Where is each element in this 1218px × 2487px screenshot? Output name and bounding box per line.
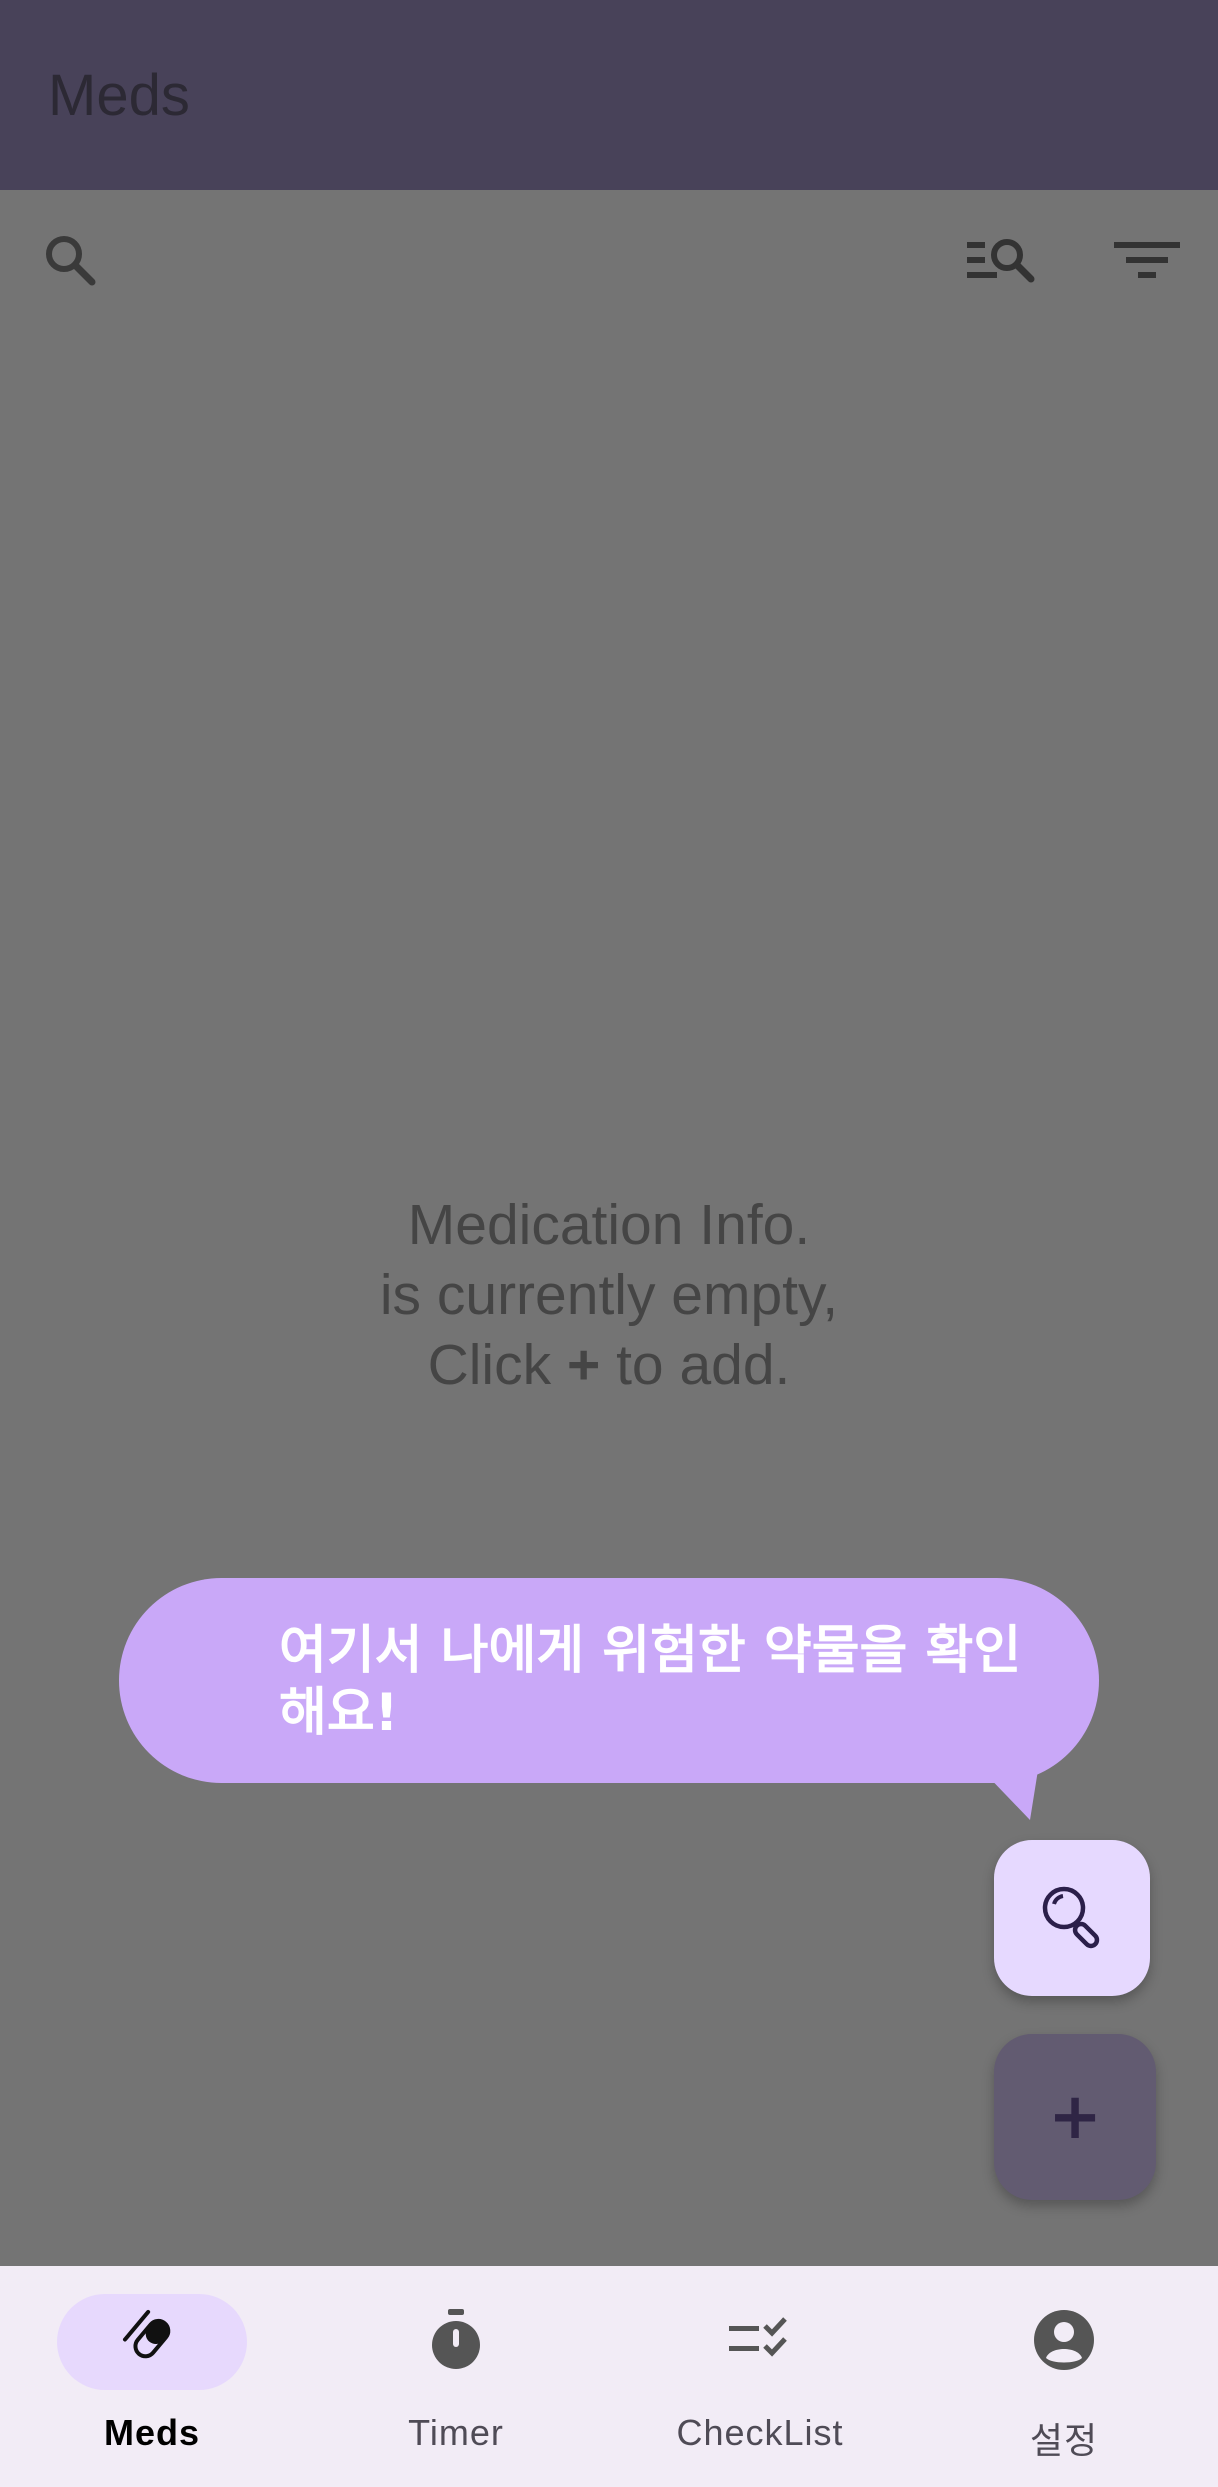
dangerous-meds-search-fab[interactable]: [994, 1840, 1150, 1996]
plus-icon: +: [1048, 2080, 1102, 2154]
nav-item-settings[interactable]: 설정: [912, 2266, 1216, 2487]
nav-item-checklist[interactable]: CheckList: [608, 2266, 912, 2487]
empty-state-line-3-suffix: to add.: [600, 1333, 791, 1397]
magnifier-icon: [1034, 1878, 1110, 1959]
nav-label-settings: 설정: [1029, 2421, 1099, 2462]
list-search-icon: [965, 230, 1041, 290]
checklist-icon: [727, 2312, 793, 2373]
nav-label-meds: Meds: [103, 2412, 201, 2453]
empty-state-line-3: Click + to add.: [209, 1330, 1009, 1400]
add-medication-fab[interactable]: +: [994, 2034, 1156, 2200]
nav-label-timer: Timer: [408, 2412, 504, 2453]
nav-active-indicator: [57, 2294, 247, 2390]
pill-icon: [119, 2307, 185, 2378]
bottom-navigation: Meds Timer CheckList 설정: [0, 2266, 1218, 2487]
nav-item-meds[interactable]: Meds: [0, 2266, 304, 2487]
empty-state-line-3-prefix: Click: [427, 1333, 567, 1397]
coach-mark-tooltip: 여기서 나에게 위험한 약물을 확인해요!: [119, 1578, 1099, 1783]
nav-icon-container: [361, 2294, 551, 2390]
search-icon: [40, 230, 100, 290]
nav-label-checklist: CheckList: [676, 2412, 844, 2453]
nav-item-timer[interactable]: Timer: [304, 2266, 608, 2487]
empty-state-line-1: Medication Info.: [407, 1193, 811, 1257]
search-button[interactable]: [15, 205, 125, 315]
filter-button[interactable]: [1092, 205, 1202, 315]
page-title: Meds: [48, 63, 190, 128]
tooltip-text: 여기서 나에게 위험한 약물을 확인해요!: [279, 1621, 1022, 1743]
list-search-button[interactable]: [948, 205, 1058, 315]
filter-icon: [1112, 230, 1182, 290]
empty-state-message: Medication Info. is currently empty, Cli…: [209, 1190, 1009, 1400]
plus-symbol: +: [566, 1333, 601, 1397]
stopwatch-icon: [426, 2307, 486, 2378]
nav-icon-container: [969, 2294, 1159, 2390]
empty-state-line-2: is currently empty,: [379, 1263, 839, 1327]
app-bar: Meds: [0, 0, 1218, 190]
nav-icon-container: [665, 2294, 855, 2390]
account-icon: [1032, 2308, 1096, 2377]
